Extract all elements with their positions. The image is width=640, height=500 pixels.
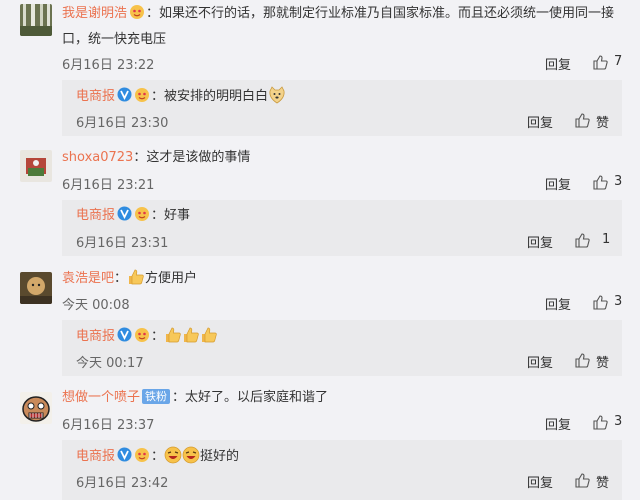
comment-body-after: 方便用户 [145,271,198,286]
verified-v-icon [117,206,132,221]
avatar[interactable] [20,4,52,36]
reply-box: 电商报 ： 今天 00:17 回复 赞 [62,320,622,376]
reply-body: ： [151,449,165,464]
fan-badge: 铁粉 [142,389,171,404]
thumbs-up-icon[interactable] [592,174,608,190]
like-button[interactable]: 赞 [596,472,609,491]
thumbs-up-icon[interactable] [592,294,608,310]
username-link[interactable]: 电商报 [76,89,115,104]
avatar[interactable] [20,150,52,182]
username-link[interactable]: 电商报 [76,208,115,223]
like-count: 3 [614,414,623,429]
doge-emoji-icon [268,86,286,104]
medal-icon [133,447,151,463]
verified-v-icon [117,87,132,102]
reply-text: 电商报 ：被安排的明明白白 [76,86,286,107]
medal-icon [133,206,151,222]
reply-text: 电商报 ： [76,326,218,347]
timestamp: 6月16日 23:42 [76,476,169,491]
reply-button[interactable]: 回复 [527,112,553,131]
thumbs-up-emoji-icon [127,268,145,286]
verified-v-icon [117,447,132,462]
comment-body: ：太好了。以后家庭和谐了 [172,390,329,405]
laughing-emoji-icon [164,446,182,464]
avatar[interactable] [20,392,52,424]
comment-text: 我是谢明浩 ：如果还不行的话，那就制定行业标准乃自国家标准。而且还必须统一使用同一… [62,4,614,24]
reply-box: 电商报 ：好事 6月16日 23:31 回复 1 [62,200,622,256]
like-count: 3 [614,294,623,309]
verified-v-icon [117,327,132,342]
like-button[interactable]: 赞 [596,352,609,371]
comment-text: 袁浩是吧： 方便用户 [62,268,197,289]
reply-box: 电商报 ：被安排的明明白白 6月16日 23:30 回复 赞 [62,80,622,136]
thumbs-up-icon[interactable] [574,472,590,488]
like-count: 7 [614,54,623,69]
username-link[interactable]: 电商报 [76,449,115,464]
username-link[interactable]: 袁浩是吧 [62,271,114,286]
reply-button[interactable]: 回复 [545,414,571,433]
comment-body: ： [114,271,128,286]
thumbs-up-emoji-icon [182,326,200,344]
thumbs-up-icon[interactable] [592,414,608,430]
reply-button[interactable]: 回复 [527,352,553,371]
thumbs-up-emoji-icon [164,326,182,344]
comment-body: ：如果还不行的话，那就制定行业标准乃自国家标准。而且还必须统一使用同一接 [146,6,615,21]
like-button[interactable]: 赞 [596,112,609,131]
reply-text: 电商报 ： 挺好的 [76,446,239,467]
username-link[interactable]: 想做一个喷子 [62,390,140,405]
comment-text: shoxa0723：这才是该做的事情 [62,148,250,168]
username-link[interactable]: shoxa0723 [62,150,133,165]
timestamp: 6月16日 23:21 [62,178,155,193]
thumbs-up-icon[interactable] [592,54,608,70]
like-count: 3 [614,174,623,189]
reply-button[interactable]: 回复 [545,54,571,73]
reply-button[interactable]: 回复 [545,174,571,193]
medal-icon [128,4,146,20]
username-link[interactable]: 我是谢明浩 [62,6,127,21]
medal-icon [133,327,151,343]
comment-body: ：这才是该做的事情 [133,150,251,165]
reply-body-after: 挺好的 [200,449,240,464]
reply-body: ：好事 [151,208,191,223]
reply-button[interactable]: 回复 [527,472,553,491]
reply-button[interactable]: 回复 [545,294,571,313]
thumbs-up-icon[interactable] [574,112,590,128]
timestamp: 6月16日 23:30 [76,116,169,131]
avatar[interactable] [20,272,52,304]
reply-box: 电商报 ： 挺好的 6月16日 23:42 回复 赞 [62,440,622,500]
reply-body: ：被安排的明明白白 [151,89,269,104]
comment-feed: 我是谢明浩 ：如果还不行的话，那就制定行业标准乃自国家标准。而且还必须统一使用同一… [0,0,640,500]
timestamp: 今天 00:17 [76,356,144,371]
reply-text: 电商报 ：好事 [76,206,190,226]
comment-text: 想做一个喷子 铁粉 ：太好了。以后家庭和谐了 [62,388,328,408]
timestamp: 6月16日 23:37 [62,418,155,433]
like-count: 1 [602,232,611,247]
medal-icon [133,87,151,103]
comment-text-continued: 口，统一快充电压 [62,32,167,47]
username-link[interactable]: 电商报 [76,329,115,344]
reply-body: ： [151,329,165,344]
reply-button[interactable]: 回复 [527,232,553,251]
laughing-emoji-icon [182,446,200,464]
thumbs-up-icon[interactable] [574,352,590,368]
timestamp: 6月16日 23:31 [76,236,169,251]
thumbs-up-icon[interactable] [574,232,590,248]
thumbs-up-emoji-icon [200,326,218,344]
timestamp: 今天 00:08 [62,298,130,313]
timestamp: 6月16日 23:22 [62,58,155,73]
